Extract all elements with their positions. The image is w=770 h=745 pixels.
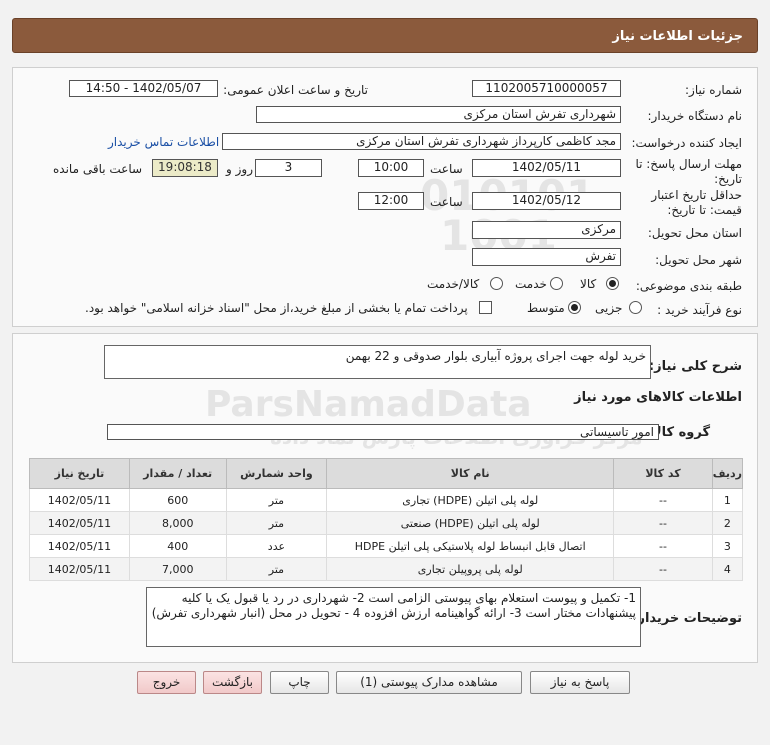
cell-date: 1402/05/11	[29, 557, 130, 581]
province-field: مرکزی	[472, 221, 621, 239]
buyer-contact-link[interactable]: اطلاعات تماس خریدار	[108, 135, 219, 149]
print-button[interactable]: چاپ	[270, 671, 329, 694]
cell-unit: متر	[225, 511, 328, 535]
goods-table: ردیف کد کالا نام کالا واحد شمارش تعداد /…	[29, 458, 744, 581]
buyer-org-field: شهرداری تفرش استان مرکزی	[256, 106, 621, 123]
table-row: 1 -- لوله پلی اتیلن (HDPE) تجاری متر 600…	[29, 488, 744, 512]
need-number-label: شماره نیاز:	[685, 83, 742, 97]
city-label: شهر محل تحویل:	[655, 253, 742, 267]
requester-label: ایجاد کننده درخواست:	[631, 136, 742, 150]
category-radio-goods[interactable]	[606, 277, 619, 290]
treasury-checkbox[interactable]	[479, 301, 492, 314]
process-option-medium: متوسط	[527, 301, 565, 315]
exit-button[interactable]: خروج	[137, 671, 196, 694]
remaining-time-field: 19:08:18	[152, 159, 218, 177]
cell-row: 3	[711, 534, 744, 558]
remaining-label: ساعت باقی مانده	[53, 162, 143, 176]
col-date: تاریخ نیاز	[29, 458, 130, 489]
cell-code: --	[613, 488, 713, 512]
deadline-label-line1: مهلت ارسال پاسخ: تا	[635, 157, 742, 171]
process-label: نوع فرآیند خرید :	[657, 303, 742, 317]
cell-code: --	[613, 511, 713, 535]
cell-date: 1402/05/11	[29, 534, 130, 558]
deadline-time-label: ساعت	[430, 162, 463, 176]
city-field: تفرش	[472, 248, 621, 266]
buyer-org-label: نام دستگاه خریدار:	[647, 109, 743, 123]
cell-unit: متر	[225, 557, 328, 581]
cell-row: 2	[711, 511, 744, 535]
col-name: نام کالا	[326, 458, 615, 489]
validity-date-field: 1402/05/12	[472, 192, 621, 210]
category-option-goods-service: کالا/خدمت	[427, 277, 480, 291]
category-option-goods: کالا	[580, 277, 597, 291]
validity-label-line2: قیمت: تا تاریخ:	[667, 203, 742, 217]
deadline-date-field: 1402/05/11	[472, 159, 621, 177]
col-unit: واحد شمارش	[225, 458, 328, 489]
table-row: 3 -- اتصال قابل انبساط لوله پلاستیکی پلی…	[29, 534, 744, 558]
cell-name: لوله پلی اتیلن (HDPE) صنعتی	[326, 511, 615, 535]
treasury-note: پرداخت تمام یا بخشی از مبلغ خرید،از محل …	[85, 301, 468, 315]
buyer-notes-box: 1- تکمیل و پیوست استعلام بهای پیوستی الز…	[146, 587, 641, 647]
announce-field: 1402/05/07 - 14:50	[69, 80, 218, 97]
page-title-bar: جزئیات اطلاعات نیاز	[12, 18, 758, 53]
page-title: جزئیات اطلاعات نیاز	[612, 29, 743, 44]
cell-row: 4	[711, 557, 744, 581]
need-number-field: 1102005710000057	[472, 80, 621, 97]
cell-name: لوله پلی اتیلن (HDPE) تجاری	[326, 488, 615, 512]
table-row: 2 -- لوله پلی اتیلن (HDPE) صنعتی متر 8,0…	[29, 511, 744, 535]
category-radio-service[interactable]	[550, 277, 563, 290]
cell-date: 1402/05/11	[29, 511, 130, 535]
process-radio-minor[interactable]	[629, 301, 642, 314]
cell-name: لوله پلی پروپیلن تجاری	[326, 557, 615, 581]
days-field: 3	[255, 159, 322, 177]
requester-field: مجد کاظمی کارپرداز شهرداری تفرش استان مر…	[222, 133, 621, 150]
validity-label-line1: حداقل تاریخ اعتبار	[651, 188, 742, 202]
days-label: روز و	[226, 162, 253, 176]
goods-group-field: امور تاسیساتی	[107, 424, 659, 440]
category-radio-goods-service[interactable]	[490, 277, 503, 290]
back-button[interactable]: بازگشت	[203, 671, 262, 694]
cell-name: اتصال قابل انبساط لوله پلاستیکی پلی اتیل…	[326, 534, 615, 558]
deadline-time-field: 10:00	[358, 159, 424, 177]
process-option-minor: جزیی	[595, 301, 623, 315]
cell-code: --	[613, 557, 713, 581]
province-label: استان محل تحویل:	[647, 226, 742, 240]
cell-qty: 600	[128, 488, 227, 512]
deadline-label-line2: تاریخ:	[714, 172, 742, 186]
reply-button[interactable]: پاسخ به نیاز	[530, 671, 630, 694]
category-label: طبقه بندی موضوعی:	[635, 279, 742, 293]
cell-qty: 8,000	[128, 511, 227, 535]
buyer-notes-label: توضیحات خریدار:	[632, 611, 742, 626]
cell-unit: عدد	[225, 534, 328, 558]
cell-date: 1402/05/11	[29, 488, 130, 512]
validity-time-field: 12:00	[358, 192, 424, 210]
goods-info-heading: اطلاعات کالاهای مورد نیاز	[574, 390, 742, 405]
summary-label: شرح کلی نیاز:	[648, 359, 742, 374]
cell-qty: 7,000	[128, 557, 227, 581]
col-row: ردیف	[711, 458, 744, 489]
view-documents-button[interactable]: مشاهده مدارک پیوستی (1)	[336, 671, 522, 694]
summary-box: خرید لوله جهت اجرای پروژه آبیاری بلوار ص…	[104, 345, 651, 379]
table-row: 4 -- لوله پلی پروپیلن تجاری متر 7,000 14…	[29, 557, 744, 581]
cell-code: --	[613, 534, 713, 558]
category-option-service: خدمت	[515, 277, 547, 291]
cell-row: 1	[711, 488, 744, 512]
process-radio-medium[interactable]	[568, 301, 581, 314]
goods-table-header: ردیف کد کالا نام کالا واحد شمارش تعداد /…	[29, 458, 744, 489]
col-code: کد کالا	[613, 458, 713, 489]
cell-unit: متر	[225, 488, 328, 512]
col-qty: تعداد / مقدار	[128, 458, 227, 489]
announce-label: تاریخ و ساعت اعلان عمومی:	[223, 83, 368, 97]
cell-qty: 400	[128, 534, 227, 558]
validity-time-label: ساعت	[430, 195, 463, 209]
